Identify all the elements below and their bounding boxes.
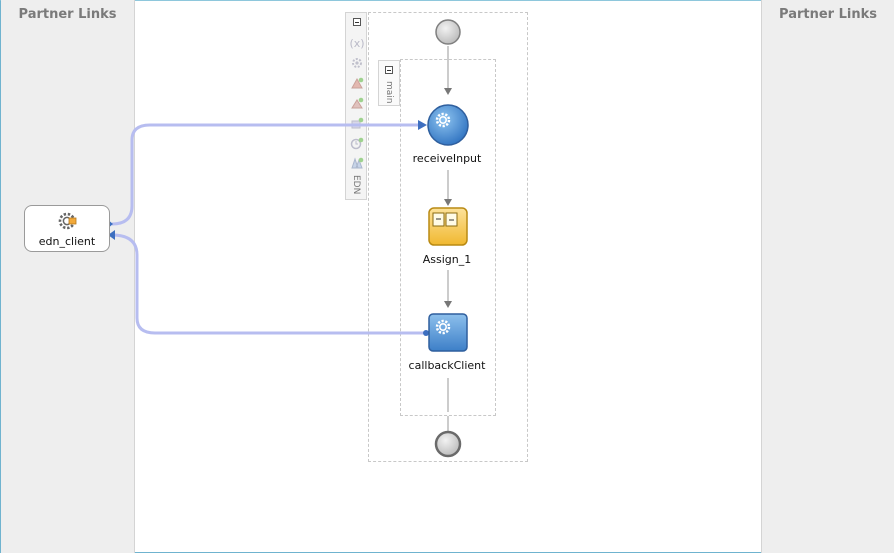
flow-arrowhead bbox=[444, 199, 452, 206]
start-node bbox=[435, 19, 461, 45]
callback-link-endpoint bbox=[423, 330, 429, 336]
receive-input-label: receiveInput bbox=[412, 152, 482, 165]
callback-client-label: callbackClient bbox=[408, 359, 486, 372]
receive-arrowhead bbox=[418, 120, 427, 130]
gear-icon bbox=[58, 212, 77, 230]
flow-arrowhead bbox=[444, 88, 452, 95]
callback-partner-link bbox=[111, 233, 426, 335]
callback-client-node bbox=[428, 313, 468, 352]
assign-label: Assign_1 bbox=[422, 253, 472, 266]
partner-link-edn-client[interactable]: edn_client bbox=[24, 205, 110, 252]
flow-arrowhead bbox=[444, 301, 452, 308]
partner-link-label: edn_client bbox=[38, 235, 96, 248]
process-diagram bbox=[107, 19, 469, 458]
receive-partner-link bbox=[111, 123, 420, 226]
end-node bbox=[434, 430, 462, 458]
